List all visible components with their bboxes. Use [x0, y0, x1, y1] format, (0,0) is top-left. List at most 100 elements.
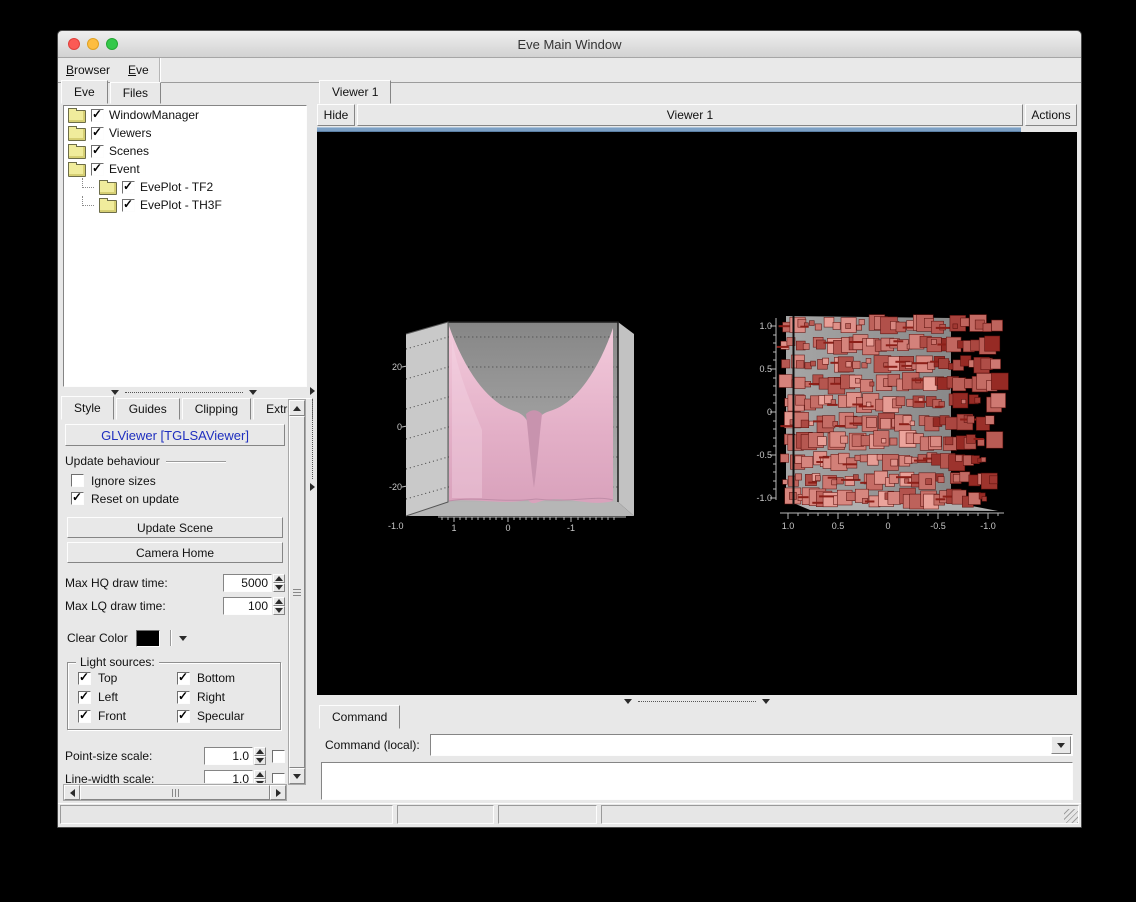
style-panel-hscrollbar[interactable] [63, 784, 287, 801]
scroll-up-button[interactable] [289, 400, 305, 416]
tab-files[interactable]: Files [110, 82, 161, 104]
menu-browser[interactable]: Browser [58, 60, 120, 80]
tree-row-eveplot-th3f[interactable]: EvePlot - TH3F [64, 196, 306, 214]
spin-down-button[interactable] [254, 756, 266, 765]
th3f-box [891, 459, 898, 466]
hide-button[interactable]: Hide [317, 104, 355, 126]
th3f-box [818, 437, 827, 446]
point-size-value[interactable]: 1.0 [204, 747, 253, 765]
ignore-sizes-checkbox[interactable] [71, 474, 84, 487]
th3f-box [945, 437, 953, 445]
spin-up-button[interactable] [273, 574, 285, 583]
sidebar-tabbar: Eve Files [61, 82, 163, 104]
main-vertical-splitter[interactable] [309, 82, 317, 801]
folder-icon [68, 146, 86, 159]
tree-checkbox[interactable] [91, 127, 104, 140]
th3f-box [783, 480, 788, 485]
th3f-box [991, 393, 1006, 408]
spin-down-icon [256, 781, 264, 783]
light-bottom-checkbox[interactable] [177, 672, 190, 685]
tree-row-event[interactable]: Event [64, 160, 306, 178]
command-splitter[interactable] [317, 695, 1077, 707]
minimize-window-button[interactable] [87, 38, 99, 50]
max-lq-value[interactable]: 100 [223, 597, 272, 615]
spin-up-button[interactable] [254, 770, 266, 779]
command-input[interactable] [431, 735, 1050, 755]
th3f-box [991, 359, 1001, 369]
scrollbar-thumb[interactable] [289, 416, 305, 768]
tree-checkbox[interactable] [91, 109, 104, 122]
glviewer-button[interactable]: GLViewer [TGLSAViewer] [65, 424, 285, 446]
scroll-down-icon [293, 774, 301, 779]
status-cell-4 [601, 805, 1079, 824]
viewer-title-bar[interactable]: Viewer 1 [357, 104, 1023, 126]
tab-command[interactable]: Command [319, 705, 400, 729]
tree-checkbox[interactable] [91, 163, 104, 176]
light-front-checkbox[interactable] [78, 710, 91, 723]
hscrollbar-thumb[interactable] [80, 785, 270, 800]
spin-up-button[interactable] [273, 597, 285, 606]
tree-row-viewers[interactable]: Viewers [64, 124, 306, 142]
tree-row-windowmanager[interactable]: WindowManager [64, 106, 306, 124]
clear-color-swatch[interactable] [136, 630, 160, 647]
style-panel-scrollbar[interactable] [288, 399, 306, 785]
line-width-checkbox[interactable] [272, 773, 285, 784]
camera-home-button[interactable]: Camera Home [67, 542, 283, 563]
tab-clipping[interactable]: Clipping [182, 398, 251, 420]
reset-on-update-checkbox[interactable] [71, 492, 84, 505]
scroll-down-button[interactable] [289, 768, 305, 784]
tab-command-label: Command [332, 710, 387, 724]
titlebar[interactable]: Eve Main Window [58, 31, 1081, 58]
tab-guides[interactable]: Guides [116, 398, 180, 420]
tab-files-label: Files [123, 86, 148, 100]
color-dropdown-icon[interactable] [179, 636, 187, 641]
th3f-box [974, 438, 984, 440]
hide-button-label: Hide [324, 108, 349, 122]
actions-button[interactable]: Actions [1025, 104, 1077, 126]
scroll-right-button[interactable] [270, 785, 286, 800]
tab-style[interactable]: Style [61, 396, 114, 420]
gl-viewport[interactable]: 20 0 -20 1 0 -1 -1.0 [317, 132, 1077, 695]
ignore-sizes-label: Ignore sizes [91, 474, 156, 488]
light-specular-checkbox[interactable] [177, 710, 190, 723]
th3f-box [841, 436, 848, 443]
tree-checkbox[interactable] [122, 199, 135, 212]
max-hq-label: Max HQ draw time: [65, 576, 223, 590]
swatch-separator [170, 630, 171, 646]
spin-up-button[interactable] [254, 747, 266, 756]
close-window-button[interactable] [68, 38, 80, 50]
spin-down-button[interactable] [273, 583, 285, 592]
light-top-checkbox[interactable] [78, 672, 91, 685]
th3f-box [866, 338, 874, 346]
line-width-value[interactable]: 1.0 [204, 770, 253, 783]
tab-eve[interactable]: Eve [61, 80, 108, 104]
update-scene-button[interactable]: Update Scene [67, 517, 283, 538]
th3f-box [798, 496, 808, 498]
light-right-checkbox[interactable] [177, 691, 190, 704]
tab-viewer-1[interactable]: Viewer 1 [319, 80, 391, 104]
th3f-box [877, 454, 883, 460]
tree-checkbox[interactable] [122, 181, 135, 194]
light-left-checkbox[interactable] [78, 691, 91, 704]
th3f-box [896, 397, 905, 406]
thumb-grip [172, 789, 173, 797]
light-front-label: Front [98, 709, 126, 723]
spin-down-button[interactable] [254, 779, 266, 783]
light-right-label: Right [197, 690, 225, 704]
resize-grip[interactable] [1064, 809, 1078, 823]
th3f-box [936, 498, 946, 500]
max-hq-value[interactable]: 5000 [223, 574, 272, 592]
tree-checkbox[interactable] [91, 145, 104, 158]
th3f-box [779, 325, 790, 327]
zoom-window-button[interactable] [106, 38, 118, 50]
point-size-checkbox[interactable] [272, 750, 285, 763]
th3f-box [846, 324, 851, 329]
max-hq-spinbox: 5000 [223, 574, 285, 592]
scroll-left-button[interactable] [64, 785, 80, 800]
command-dropdown-button[interactable] [1051, 736, 1071, 754]
spin-down-button[interactable] [273, 606, 285, 615]
th3f-box [801, 420, 809, 428]
menu-eve[interactable]: Eve [120, 60, 159, 80]
tree-row-scenes[interactable]: Scenes [64, 142, 306, 160]
tree-row-eveplot-tf2[interactable]: EvePlot - TF2 [64, 178, 306, 196]
